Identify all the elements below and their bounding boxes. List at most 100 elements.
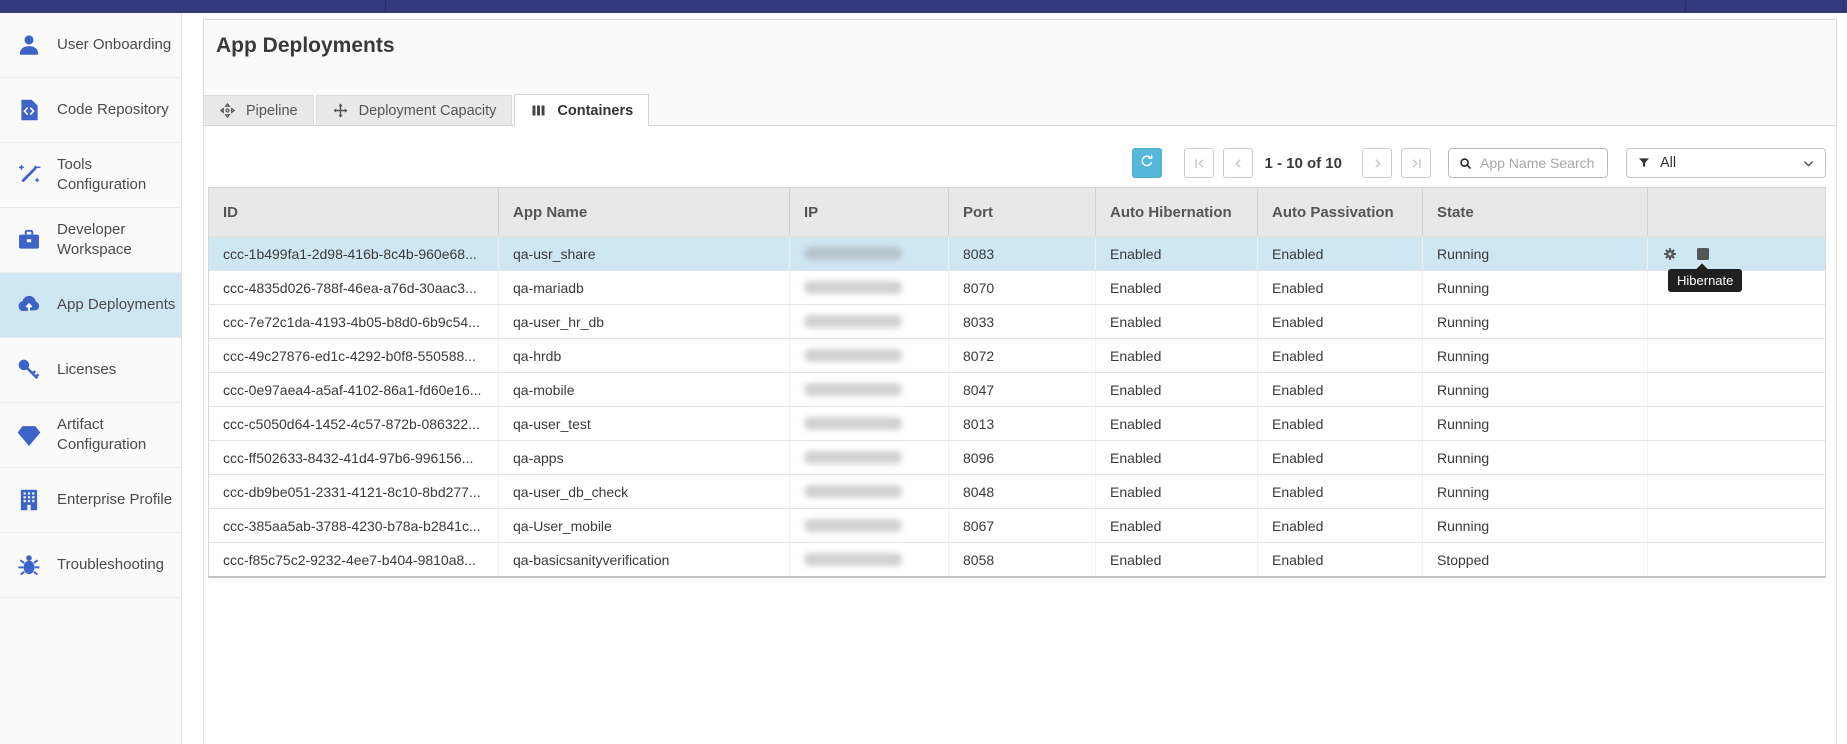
refresh-button[interactable] <box>1132 148 1162 178</box>
diamond-icon <box>16 422 42 448</box>
cell-app-name: qa-hrdb <box>498 339 789 372</box>
tab-label: Containers <box>557 103 633 119</box>
cell-auto-hibernation: Enabled <box>1095 475 1257 508</box>
topbar-divider <box>385 0 386 13</box>
sidebar: User Onboarding Code Repository Tools Conf… <box>0 13 182 744</box>
containers-table: IDApp NameIPPortAuto HibernationAuto Pas… <box>208 187 1826 578</box>
sidebar-item-label: Tools Configuration <box>57 155 177 195</box>
cloud-upload-icon <box>16 292 42 318</box>
cell-state: Running <box>1422 373 1647 406</box>
prev-page-button[interactable] <box>1223 148 1253 178</box>
main-panel: App Deployments PipelineDeployment Capac… <box>203 19 1837 744</box>
cell-port: 8083 <box>948 237 1095 270</box>
cell-actions <box>1647 373 1825 406</box>
column-header-port: Port <box>948 188 1095 236</box>
cell-port: 8067 <box>948 509 1095 542</box>
filter-funnel-icon <box>1637 156 1651 170</box>
tab-containers[interactable]: Containers <box>514 94 649 126</box>
table-row[interactable]: ccc-7e72c1da-4193-4b05-b8d0-6b9c54...qa-… <box>209 304 1825 338</box>
cell-ip <box>789 237 948 270</box>
cell-app-name: qa-mobile <box>498 373 789 406</box>
table-row[interactable]: ccc-1b499fa1-2d98-416b-8c4b-960e68...qa-… <box>209 236 1825 270</box>
page-title: App Deployments <box>216 34 395 58</box>
redacted-ip-value <box>804 315 902 328</box>
cell-id: ccc-7e72c1da-4193-4b05-b8d0-6b9c54... <box>209 305 498 338</box>
table-row[interactable]: ccc-f85c75c2-9232-4ee7-b404-9810a8...qa-… <box>209 542 1825 576</box>
refresh-icon <box>1139 153 1155 174</box>
first-page-button[interactable] <box>1184 148 1214 178</box>
cell-id: ccc-0e97aea4-a5af-4102-86a1-fd60e16... <box>209 373 498 406</box>
cell-state: Running <box>1422 441 1647 474</box>
search-icon <box>1458 156 1473 171</box>
sidebar-item-code-repository[interactable]: Code Repository <box>0 78 181 143</box>
table-row[interactable]: ccc-4835d026-788f-46ea-a76d-30aac3...qa-… <box>209 270 1825 304</box>
sidebar-item-troubleshooting[interactable]: Troubleshooting <box>0 533 181 598</box>
sidebar-item-enterprise-profile[interactable]: Enterprise Profile <box>0 468 181 533</box>
cell-app-name: qa-mariadb <box>498 271 789 304</box>
table-row[interactable]: ccc-ff502633-8432-41d4-97b6-996156...qa-… <box>209 440 1825 474</box>
cell-state: Running <box>1422 475 1647 508</box>
person-icon <box>16 32 42 58</box>
column-header-app-name: App Name <box>498 188 789 236</box>
redacted-ip-value <box>804 247 902 260</box>
sidebar-item-app-deployments[interactable]: App Deployments <box>0 273 181 338</box>
sidebar-item-label: App Deployments <box>57 295 177 315</box>
cell-actions <box>1647 407 1825 440</box>
cell-auto-passivation: Enabled <box>1257 237 1422 270</box>
move-outline-icon <box>219 102 236 119</box>
cell-actions: Hibernate <box>1647 237 1825 270</box>
sidebar-item-developer-workspace[interactable]: Developer Workspace <box>0 208 181 273</box>
table-row[interactable]: ccc-0e97aea4-a5af-4102-86a1-fd60e16...qa… <box>209 372 1825 406</box>
sidebar-item-licenses[interactable]: Licenses <box>0 338 181 403</box>
tab-pipeline[interactable]: Pipeline <box>203 95 314 125</box>
cell-ip <box>789 441 948 474</box>
move-filled-icon <box>332 102 349 119</box>
table-header-row: IDApp NameIPPortAuto HibernationAuto Pas… <box>209 188 1825 236</box>
table-row[interactable]: ccc-385aa5ab-3788-4230-b78a-b2841c...qa-… <box>209 508 1825 542</box>
cell-ip <box>789 305 948 338</box>
settings-gear-icon[interactable] <box>1662 246 1678 262</box>
briefcase-icon <box>16 227 42 253</box>
filter-select[interactable]: All <box>1626 148 1826 178</box>
columns-icon <box>530 102 547 119</box>
table-row[interactable]: ccc-49c27876-ed1c-4292-b0f8-550588...qa-… <box>209 338 1825 372</box>
cell-id: ccc-385aa5ab-3788-4230-b78a-b2841c... <box>209 509 498 542</box>
tab-deployment-capacity[interactable]: Deployment Capacity <box>316 95 513 125</box>
cell-auto-hibernation: Enabled <box>1095 543 1257 576</box>
hibernate-stop-button[interactable] <box>1697 248 1709 260</box>
cell-port: 8047 <box>948 373 1095 406</box>
redacted-ip-value <box>804 349 902 362</box>
cell-app-name: qa-user_hr_db <box>498 305 789 338</box>
sidebar-item-tools-configuration[interactable]: Tools Configuration <box>0 143 181 208</box>
file-code-icon <box>16 97 42 123</box>
cell-auto-hibernation: Enabled <box>1095 373 1257 406</box>
cell-ip <box>789 339 948 372</box>
magic-wand-icon <box>16 162 42 188</box>
cell-actions <box>1647 509 1825 542</box>
cell-id: ccc-c5050d64-1452-4c57-872b-086322... <box>209 407 498 440</box>
cell-app-name: qa-user_db_check <box>498 475 789 508</box>
cell-auto-passivation: Enabled <box>1257 271 1422 304</box>
search-input[interactable] <box>1480 155 1607 171</box>
chevron-right-icon <box>1370 156 1385 171</box>
table-row[interactable]: ccc-db9be051-2331-4121-8c10-8bd277...qa-… <box>209 474 1825 508</box>
table-row[interactable]: ccc-c5050d64-1452-4c57-872b-086322...qa-… <box>209 406 1825 440</box>
next-page-button[interactable] <box>1362 148 1392 178</box>
bug-icon <box>16 552 42 578</box>
sidebar-item-label: Code Repository <box>57 100 177 120</box>
app-name-search <box>1448 148 1608 178</box>
sidebar-item-user-onboarding[interactable]: User Onboarding <box>0 13 181 78</box>
cell-auto-hibernation: Enabled <box>1095 407 1257 440</box>
column-header-id: ID <box>209 188 498 236</box>
pagination-range: 1 - 10 of 10 <box>1264 155 1342 172</box>
cell-app-name: qa-User_mobile <box>498 509 789 542</box>
cell-app-name: qa-usr_share <box>498 237 789 270</box>
cell-id: ccc-1b499fa1-2d98-416b-8c4b-960e68... <box>209 237 498 270</box>
cell-ip <box>789 407 948 440</box>
cell-ip <box>789 543 948 576</box>
cell-auto-passivation: Enabled <box>1257 407 1422 440</box>
hibernate-tooltip: Hibernate <box>1668 269 1742 292</box>
chevron-down-icon <box>1801 156 1816 171</box>
last-page-button[interactable] <box>1401 148 1431 178</box>
sidebar-item-artifact-configuration[interactable]: Artifact Configuration <box>0 403 181 468</box>
